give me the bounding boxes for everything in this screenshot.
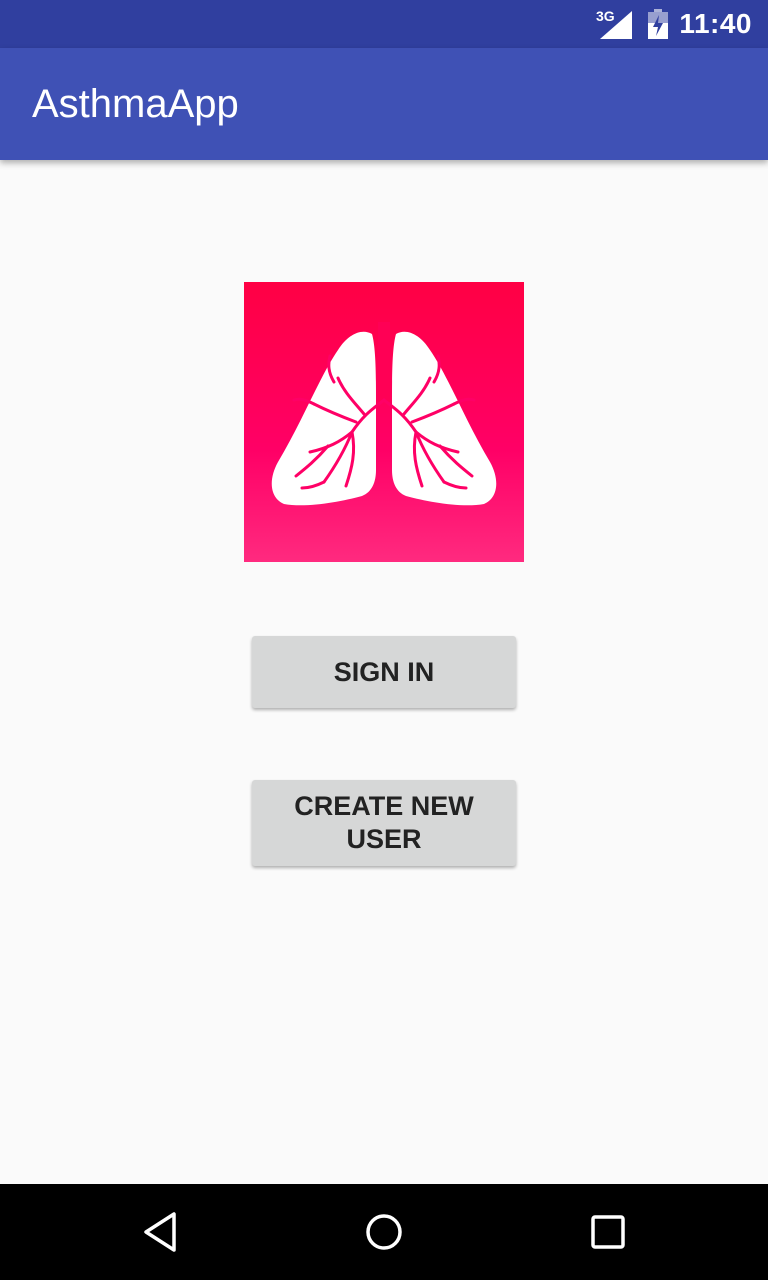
signal-icon [600,11,632,39]
status-bar: 3G 11:40 [0,0,768,48]
create-new-user-button[interactable]: CREATE NEW USER [252,780,516,866]
sign-in-button[interactable]: SIGN IN [252,636,516,708]
app-logo [244,282,524,562]
back-button[interactable] [136,1208,184,1256]
back-icon [144,1212,176,1252]
app-title: AsthmaApp [32,82,239,126]
home-icon [366,1214,402,1250]
navigation-bar [0,1184,768,1280]
lungs-icon [271,322,497,506]
recents-icon [591,1215,625,1249]
recents-button[interactable] [584,1208,632,1256]
app-bar: AsthmaApp [0,48,768,160]
status-time: 11:40 [679,8,752,39]
home-button[interactable] [360,1208,408,1256]
battery-icon [648,9,668,39]
